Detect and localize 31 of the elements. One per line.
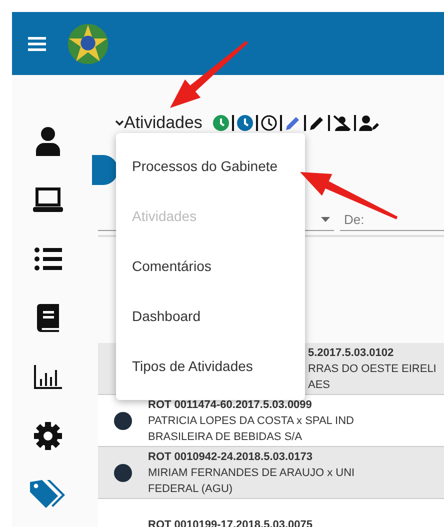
caret-icon	[321, 217, 330, 222]
menu-item[interactable]: Processos do Gabinete	[116, 141, 305, 191]
user-slash-icon[interactable]	[333, 115, 352, 131]
emblem-icon	[66, 22, 110, 66]
pencil-icon[interactable]	[309, 115, 326, 131]
parties-text: BRASILEIRA DE BEBIDAS S/A	[148, 430, 302, 444]
process-number: ROT 0011474-60.2017.5.03.0099	[148, 398, 312, 412]
menu-icon[interactable]	[28, 36, 46, 50]
avatar	[114, 464, 132, 482]
parties-text: MIRIAM FERNANDES DE ARAUJO x UNI	[148, 466, 355, 480]
activities-dropdown[interactable]: Atividades	[124, 113, 202, 133]
list-icon[interactable]	[34, 246, 62, 270]
process-number: ROT 0010942-24.2018.5.03.0173	[148, 450, 313, 464]
menu-item[interactable]: Dashboard	[116, 291, 305, 341]
menu-item[interactable]: Comentários	[116, 241, 305, 291]
fab-button[interactable]	[92, 155, 118, 185]
parties-text: FEDERAL (AGU)	[148, 482, 233, 496]
bar-chart-icon[interactable]	[34, 364, 62, 388]
process-number: 5.2017.5.03.0102	[308, 346, 394, 360]
user-icon[interactable]	[35, 126, 61, 156]
user-edit-icon[interactable]	[359, 115, 380, 131]
clock-icon[interactable]	[261, 115, 278, 131]
caret-icon[interactable]	[115, 120, 124, 126]
parties-text: RRAS DO OESTE EIRELI	[308, 362, 436, 376]
parties-text: AES	[308, 378, 330, 392]
laptop-icon[interactable]	[33, 186, 63, 212]
menu-item[interactable]: Tipos de Atividades	[116, 341, 305, 391]
tags-icon[interactable]	[30, 480, 66, 510]
avatar	[114, 412, 132, 430]
parties-text: PATRICIA LOPES DA COSTA x SPAL IND	[148, 414, 354, 428]
book-icon[interactable]	[37, 304, 59, 332]
